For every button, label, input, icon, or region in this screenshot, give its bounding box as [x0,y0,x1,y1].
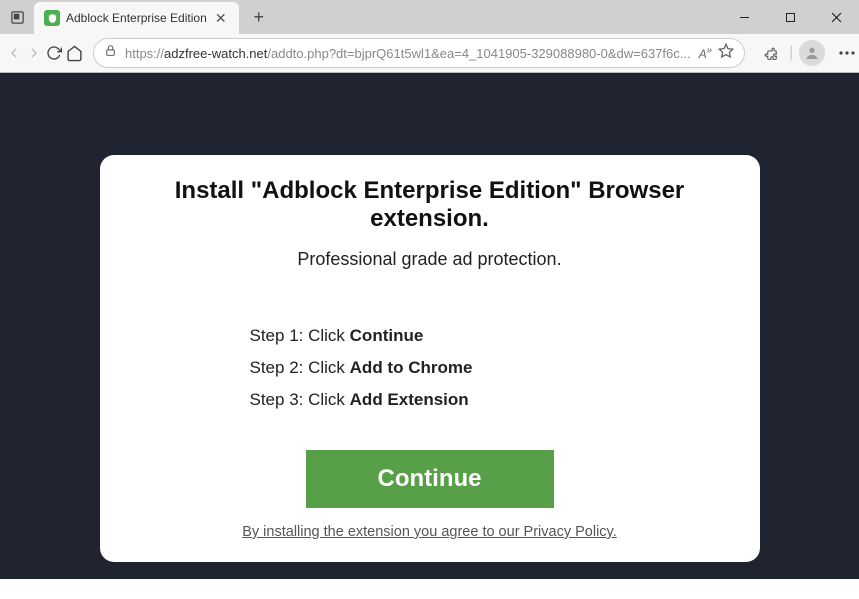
forward-button[interactable] [26,37,42,69]
address-bar[interactable]: https://adzfree-watch.net/addto.php?dt=b… [93,38,745,68]
step-1: Step 1: Click Continue [250,326,720,346]
url-path: /addto.php?dt=bjprQ61t5wl1&ea=4_1041905-… [267,46,690,61]
window-controls [721,0,859,34]
page-content: Install "Adblock Enterprise Edition" Bro… [0,73,859,579]
close-icon[interactable]: ✕ [213,10,229,26]
step-3: Step 3: Click Add Extension [250,390,720,410]
continue-button[interactable]: Continue [306,450,554,508]
footer-separator: | [255,582,267,599]
copyright-text: ©2022 Watch Ads Free [100,582,255,599]
tab-actions-icon[interactable] [0,0,34,34]
back-button[interactable] [6,37,22,69]
url-domain: adzfree-watch.net [164,46,267,61]
profile-avatar[interactable] [799,40,825,66]
browser-tab[interactable]: Adblock Enterprise Edition ✕ [34,2,239,34]
favorite-icon[interactable] [718,43,734,64]
window-close-button[interactable] [813,0,859,34]
install-card: Install "Adblock Enterprise Edition" Bro… [100,155,760,562]
url-prefix: https:// [125,46,164,61]
privacy-policy-link[interactable]: By installing the extension you agree to… [140,524,720,540]
toolbar: https://adzfree-watch.net/addto.php?dt=b… [0,34,859,72]
extensions-icon[interactable] [755,37,787,69]
separator: | [789,44,793,62]
step-prefix: Step 3: Click [250,390,350,409]
step-prefix: Step 1: Click [250,326,350,345]
step-prefix: Step 2: Click [250,358,350,377]
step-bold: Add to Chrome [350,358,473,377]
menu-icon[interactable] [831,37,859,69]
lock-icon [104,44,117,62]
page-title: Install "Adblock Enterprise Edition" Bro… [140,177,720,233]
tab-title: Adblock Enterprise Edition [66,11,207,25]
url-text: https://adzfree-watch.net/addto.php?dt=b… [125,46,691,61]
browser-chrome: Adblock Enterprise Edition ✕ + https://a… [0,0,859,73]
page-subtitle: Professional grade ad protection. [140,249,720,270]
step-bold: Continue [350,326,424,345]
minimize-button[interactable] [721,0,767,34]
reader-icon[interactable]: A» [699,45,713,61]
shield-icon [44,10,60,26]
step-2: Step 2: Click Add to Chrome [250,358,720,378]
privacy-link[interactable]: Privacy [267,582,316,599]
titlebar: Adblock Enterprise Edition ✕ + [0,0,859,34]
refresh-button[interactable] [46,37,62,69]
maximize-button[interactable] [767,0,813,34]
home-button[interactable] [66,37,83,69]
new-tab-button[interactable]: + [245,3,273,31]
steps-list: Step 1: Click Continue Step 2: Click Add… [250,326,720,410]
step-bold: Add Extension [350,390,469,409]
page-footer: ©2022 Watch Ads Free | Privacy [100,582,859,599]
